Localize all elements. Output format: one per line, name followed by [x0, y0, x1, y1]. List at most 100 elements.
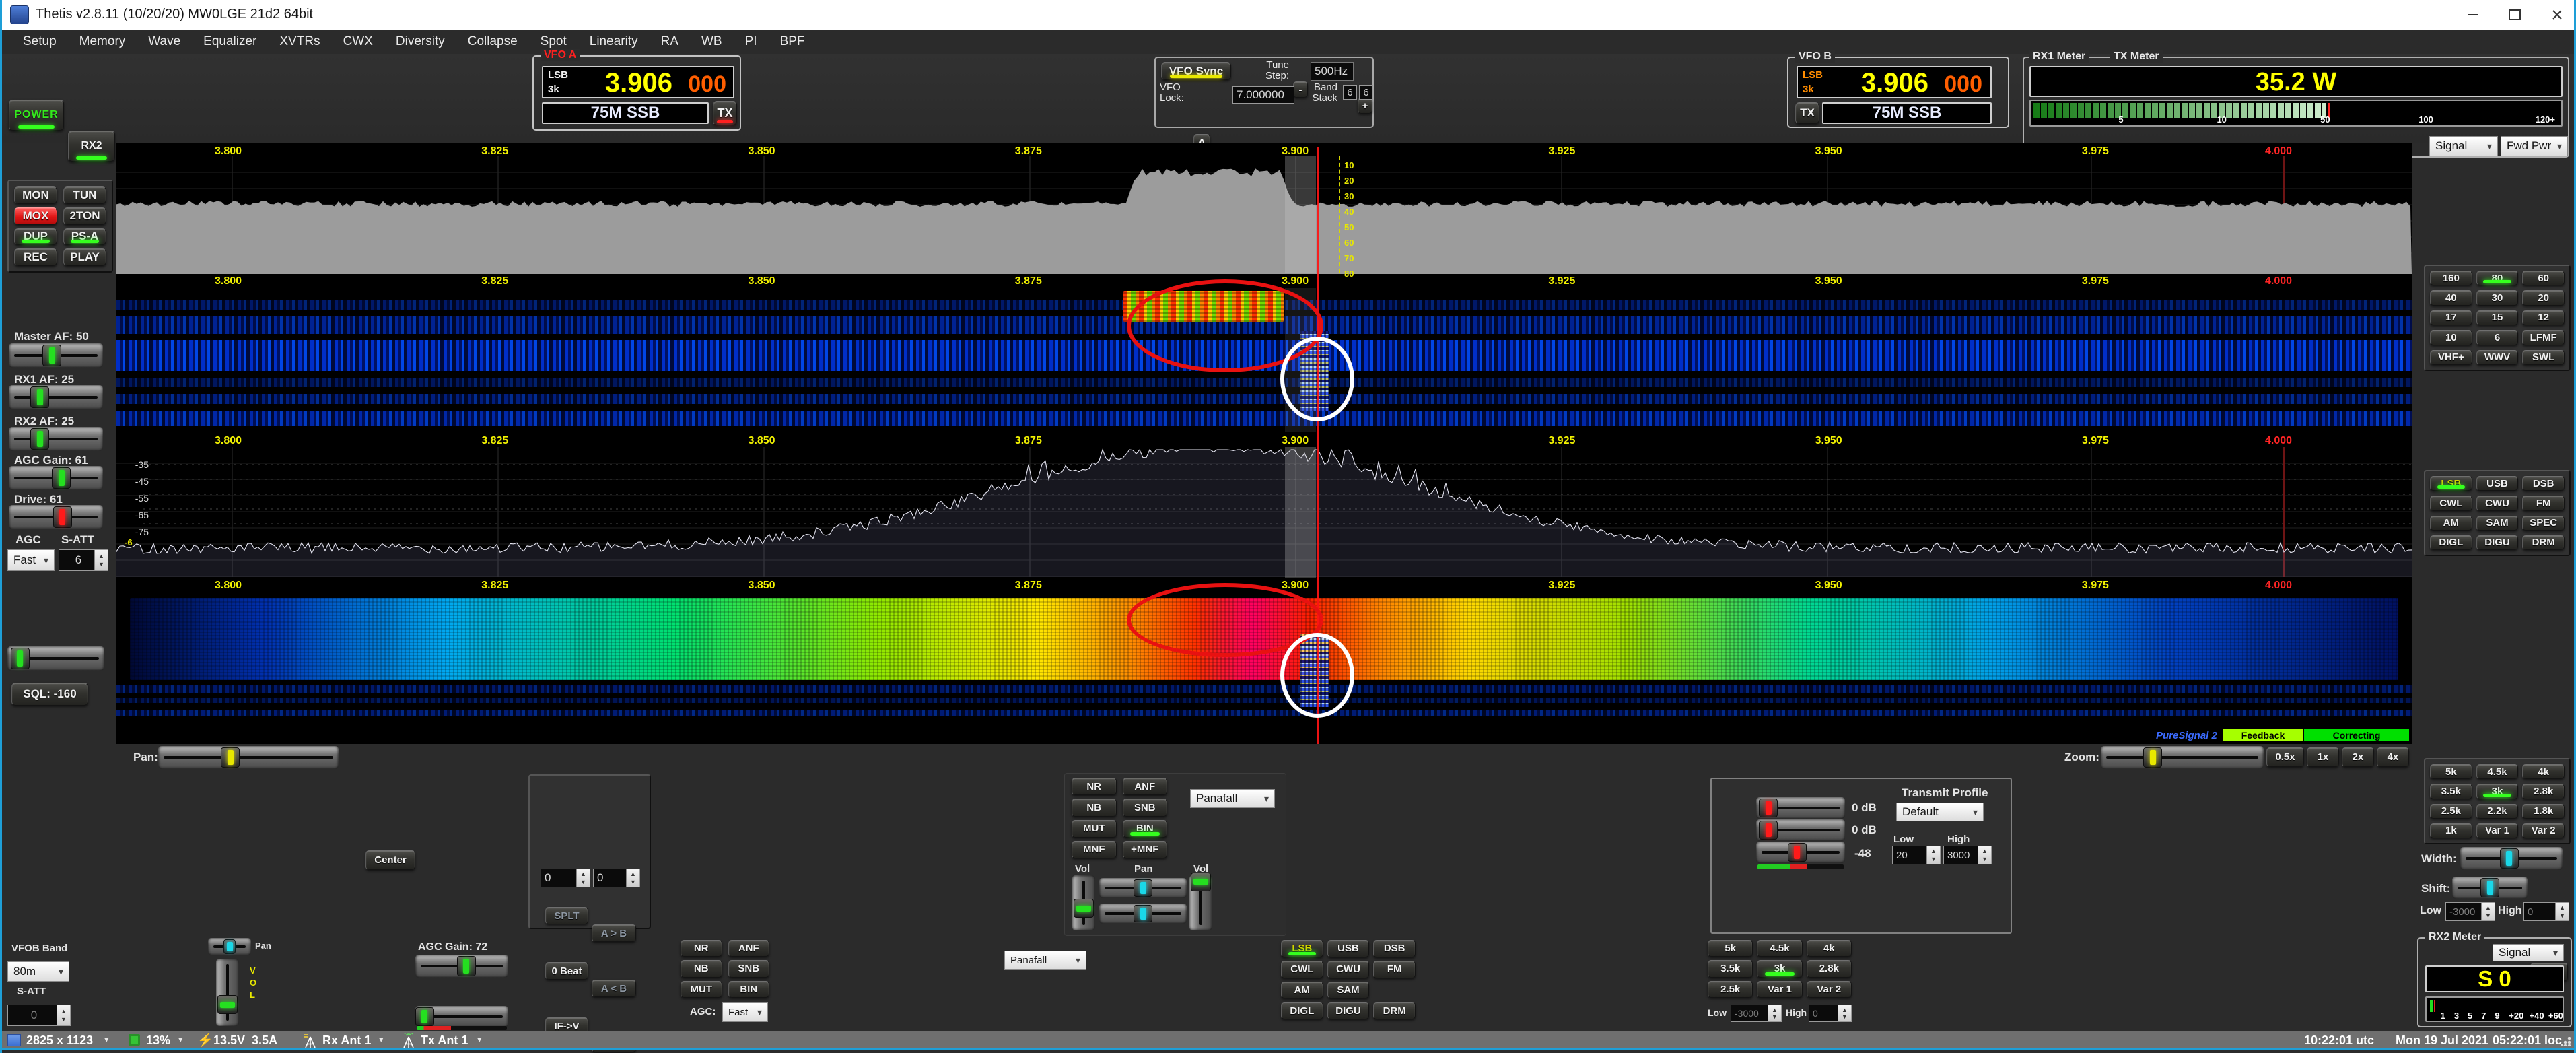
filter-button-3.5k[interactable]: 3.5k	[2430, 784, 2472, 799]
left-button-mon[interactable]: MON	[14, 186, 57, 204]
rx2-mode-button-usb[interactable]: USB	[1327, 940, 1370, 957]
cpu-status[interactable]: 13%	[146, 1033, 170, 1048]
mode-button-am[interactable]: AM	[2430, 516, 2472, 531]
rx2-mode-button-digl[interactable]: DIGL	[1281, 1002, 1323, 1019]
left-button-dup[interactable]: DUP	[14, 228, 57, 246]
xit-spinner[interactable]: 0▲▼	[593, 869, 640, 887]
dsp-button-bin[interactable]: BIN	[1123, 820, 1168, 838]
drive-slider[interactable]	[9, 505, 103, 529]
left-button-tun[interactable]: TUN	[63, 186, 106, 204]
rx2-agc-select[interactable]: Fast▾	[722, 1002, 768, 1022]
zoom-button-4x[interactable]: 4x	[2377, 747, 2409, 767]
tx-high-spinner[interactable]: 3000▲▼	[1943, 846, 1992, 864]
filter-button-1k[interactable]: 1k	[2430, 823, 2472, 838]
rx2-mode-button-fm[interactable]: FM	[1373, 961, 1416, 978]
rx2-sql-slider[interactable]	[415, 1006, 508, 1027]
band-button-30[interactable]: 30	[2476, 290, 2519, 305]
vfob-frequency-display[interactable]: LSB 3k 3.906 000	[1797, 66, 1992, 98]
comp-slider[interactable]	[1756, 819, 1845, 841]
a-lt-b-button[interactable]: A < B	[592, 980, 636, 997]
mode-button-digu[interactable]: DIGU	[2476, 535, 2519, 550]
menu-equalizer[interactable]: Equalizer	[192, 30, 268, 54]
menu-wave[interactable]: Wave	[137, 30, 192, 54]
width-slider[interactable]	[2460, 847, 2563, 870]
rx2-dsp-button-snb[interactable]: SNB	[728, 960, 770, 977]
spinner-arrows-icon[interactable]: ▲▼	[1768, 1005, 1781, 1021]
chevron-down-icon[interactable]: ▾	[104, 1034, 109, 1045]
minimize-button[interactable]	[2452, 0, 2494, 30]
satt-spinner[interactable]: 6▲▼	[59, 549, 108, 571]
dsp-button-anf[interactable]: ANF	[1123, 778, 1168, 795]
mode-button-digl[interactable]: DIGL	[2430, 535, 2472, 550]
memory-freq-field[interactable]: 7.000000	[1232, 86, 1294, 104]
pan-center-button[interactable]: Center	[365, 850, 415, 870]
left-button-mox[interactable]: MOX	[14, 207, 57, 225]
band-button-6[interactable]: 6	[2476, 330, 2519, 345]
rx1-display-mode-select[interactable]: Panafall▾	[1190, 789, 1275, 808]
mic-slider[interactable]	[1756, 797, 1845, 819]
rx2-button[interactable]: RX2	[68, 131, 115, 162]
rx2-mode-button-sam[interactable]: SAM	[1327, 982, 1370, 999]
vfob-tx-button[interactable]: TX	[1795, 102, 1819, 124]
dsp-button-nb[interactable]: NB	[1072, 799, 1117, 816]
sql-button[interactable]: SQL: -160	[11, 683, 88, 706]
band-button-17[interactable]: 17	[2430, 310, 2472, 325]
rx2-filter-button-2.8k[interactable]: 2.8k	[1807, 960, 1852, 977]
rx2-high-spinner[interactable]: 0▲▼	[1809, 1005, 1852, 1022]
resolution-status[interactable]: 2825 x 1123	[26, 1033, 93, 1048]
rx2-pan-freq-scale[interactable]: 3.8003.8253.8503.8753.9003.9253.9503.975	[215, 435, 2109, 447]
rx2-filter-button-3k[interactable]: 3k	[1757, 960, 1802, 977]
spinner-arrows-icon[interactable]: ▲▼	[1978, 846, 1991, 864]
band-button-12[interactable]: 12	[2522, 310, 2565, 325]
filter-button-2.5k[interactable]: 2.5k	[2430, 804, 2472, 819]
band-button-lfmf[interactable]: LFMF	[2522, 330, 2565, 345]
close-button[interactable]	[2536, 0, 2576, 30]
spinner-arrows-icon[interactable]: ▲▼	[1926, 846, 1940, 864]
rx2-filter-button-4k[interactable]: 4k	[1807, 940, 1852, 957]
spinner-arrows-icon[interactable]: ▲▼	[94, 550, 108, 570]
menu-ra[interactable]: RA	[650, 30, 690, 54]
filter-button-5k[interactable]: 5k	[2430, 764, 2472, 779]
dsp-button-+mnf[interactable]: +MNF	[1123, 841, 1168, 858]
dsp-button-mnf[interactable]: MNF	[1072, 841, 1117, 858]
a-gt-b-button[interactable]: A > B	[592, 924, 636, 942]
menu-wb[interactable]: WB	[690, 30, 734, 54]
spinner-arrows-icon[interactable]: ▲▼	[576, 869, 590, 887]
filter-button-2.8k[interactable]: 2.8k	[2522, 784, 2565, 799]
spinner-arrows-icon[interactable]: ▲▼	[57, 1005, 70, 1025]
filter-low-spinner[interactable]: -3000▲▼	[2445, 902, 2495, 921]
transmit-profile-select[interactable]: Default▾	[1896, 803, 1984, 821]
menu-collapse[interactable]: Collapse	[456, 30, 529, 54]
band-button-20[interactable]: 20	[2522, 290, 2565, 305]
menu-linearity[interactable]: Linearity	[578, 30, 650, 54]
spinner-arrows-icon[interactable]: ▲▼	[2555, 903, 2569, 920]
rx2-wf-freq-scale[interactable]: 3.8003.8253.8503.8753.9003.9253.9503.975	[215, 580, 2109, 592]
spinner-arrows-icon[interactable]: ▲▼	[1838, 1005, 1851, 1021]
pan-slider[interactable]	[158, 746, 339, 769]
vfob-band-display[interactable]: 75M SSB	[1822, 102, 1992, 124]
left-button-rec[interactable]: REC	[14, 248, 57, 266]
split-button[interactable]: SPLT	[545, 907, 588, 924]
mode-button-sam[interactable]: SAM	[2476, 516, 2519, 531]
rit-spinner[interactable]: 0▲▼	[541, 869, 590, 887]
mode-button-lsb[interactable]: LSB	[2430, 476, 2472, 491]
filter-button-4.5k[interactable]: 4.5k	[2476, 764, 2519, 779]
rx1-vol2-slider[interactable]	[1189, 875, 1212, 930]
rx1-af-slider[interactable]	[9, 385, 103, 409]
mode-button-usb[interactable]: USB	[2476, 476, 2519, 491]
filter-button-4k[interactable]: 4k	[2522, 764, 2565, 779]
filter-button-1.8k[interactable]: 1.8k	[2522, 804, 2565, 819]
rx2-satt-spinner[interactable]: 0▲▼	[7, 1005, 71, 1026]
menu-bpf[interactable]: BPF	[769, 30, 816, 54]
dsp-button-snb[interactable]: SNB	[1123, 799, 1168, 816]
zoom-button-1x[interactable]: 1x	[2307, 747, 2339, 767]
rx1-pan-freq-scale[interactable]: 3.8003.8253.8503.8753.9003.9253.9503.975	[215, 145, 2109, 158]
menu-diversity[interactable]: Diversity	[384, 30, 456, 54]
rx2-pan-slider[interactable]	[208, 938, 251, 955]
rx2-dsp-button-nr[interactable]: NR	[681, 940, 722, 957]
rx1-pan-slider2[interactable]	[1099, 904, 1187, 924]
zoom-button-0.5x[interactable]: 0.5x	[2266, 747, 2304, 767]
band-button-wwv[interactable]: WWV	[2476, 350, 2519, 365]
menu-setup[interactable]: Setup	[11, 30, 68, 54]
rx2-mode-button-dsb[interactable]: DSB	[1373, 940, 1416, 957]
